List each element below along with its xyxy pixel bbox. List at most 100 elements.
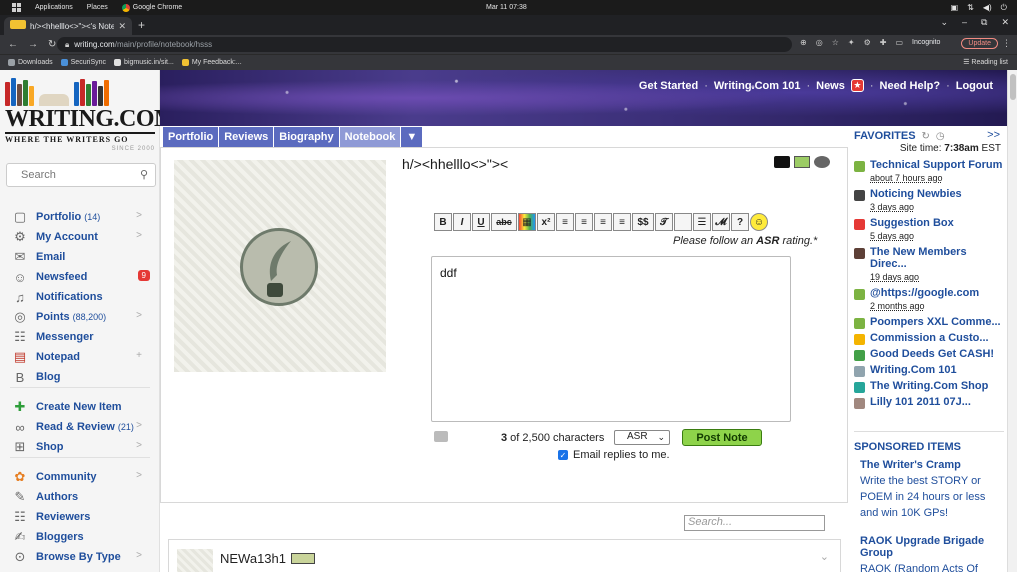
sidebar-search-input[interactable]: Search ⚲ xyxy=(6,163,156,187)
sidebar-item-browse-by-type[interactable]: ⊙ Browse By Type > xyxy=(0,547,160,567)
sidebar-item-chevron[interactable]: > xyxy=(136,420,142,431)
window-close-icon[interactable]: ✕ xyxy=(1001,17,1009,28)
update-button[interactable]: Update xyxy=(961,38,998,49)
tab-search-icon[interactable]: ⌄ xyxy=(940,17,948,28)
color-button[interactable]: ▦ xyxy=(518,213,536,231)
sidebar-item-create-new-item[interactable]: ✚ Create New Item xyxy=(0,397,160,417)
sidebar-item-authors[interactable]: ✎ Authors xyxy=(0,487,160,507)
favorite-item-title[interactable]: @https://google.com xyxy=(870,287,1004,299)
favorite-item-title[interactable]: Poompers XXL Comme... xyxy=(870,316,1004,328)
strikethrough-button[interactable]: abc xyxy=(491,213,517,231)
entry-author-name[interactable]: NEWa13h1 xyxy=(220,551,286,566)
favorite-item[interactable]: Lilly 101 2011 07J... xyxy=(854,396,1004,409)
sidebar-item-read-review[interactable]: ∞ Read & Review (21) > xyxy=(0,417,160,437)
note-textarea[interactable]: ddf xyxy=(431,256,791,422)
favorite-item[interactable]: Technical Support Forum about 7 hours ago xyxy=(854,159,1004,184)
network-icon[interactable]: ⇅ xyxy=(967,3,974,13)
favorite-item-title[interactable]: Noticing Newbies xyxy=(870,188,1004,200)
link-logout[interactable]: Logout xyxy=(956,80,993,92)
site-logo[interactable]: WRITING.COM WHERE THE WRITERS GO SINCE 2… xyxy=(5,76,177,160)
favorite-item-title[interactable]: Technical Support Forum xyxy=(870,159,1004,171)
favorite-item[interactable]: Commission a Custo... xyxy=(854,332,1004,345)
chevron-down-icon[interactable]: ⌄ xyxy=(820,550,829,563)
gp-button[interactable]: $$ xyxy=(632,213,654,231)
smiley-button[interactable]: ☺ xyxy=(750,213,768,231)
sidebar-item-notifications[interactable]: ♫ Notifications xyxy=(0,287,160,307)
post-note-button[interactable]: Post Note xyxy=(682,429,762,446)
forward-icon[interactable]: → xyxy=(28,39,38,50)
maximize-icon[interactable]: ⧉ xyxy=(981,17,987,28)
apps-grid-icon[interactable] xyxy=(12,3,21,12)
italic-button[interactable]: I xyxy=(453,213,471,231)
favorite-item[interactable]: Poompers XXL Comme... xyxy=(854,316,1004,329)
email-replies-checkbox[interactable]: ✓ xyxy=(558,450,568,460)
camera-icon[interactable] xyxy=(434,431,448,442)
favorites-more-link[interactable]: >> xyxy=(987,129,1000,141)
bookmark-item[interactable]: My Feedback:... xyxy=(181,59,242,66)
favorite-item[interactable]: @https://google.com 2 months ago xyxy=(854,287,1004,312)
sponsored-item-title[interactable]: RAOK Upgrade Brigade Group xyxy=(860,535,1006,559)
search-icon[interactable]: ⚲ xyxy=(140,168,148,181)
email-replies-label[interactable]: Email replies to me. xyxy=(573,449,670,461)
sponsored-item-title[interactable]: The Writer's Cramp xyxy=(860,459,1006,471)
superscript-button[interactable]: x² xyxy=(537,213,555,231)
font-button[interactable]: 𝒯 xyxy=(655,213,673,231)
clock-icon[interactable]: ◷ xyxy=(936,131,945,142)
favorite-item[interactable]: Writing.Com 101 xyxy=(854,364,1004,377)
zoom-icon[interactable]: ⊕ xyxy=(800,38,807,47)
indent-button[interactable]: ☰ xyxy=(693,213,711,231)
bookmark-item[interactable]: bigmusic.in/sit... xyxy=(114,59,174,66)
os-menu-applications[interactable]: Applications xyxy=(35,4,73,11)
favorite-item-title[interactable]: Writing.Com 101 xyxy=(870,364,1004,376)
sidebar-item-chevron[interactable]: > xyxy=(136,310,142,321)
sidebar-item-notepad[interactable]: ▤ Notepad + xyxy=(0,347,160,367)
power-icon[interactable]: ⏻ xyxy=(1001,3,1007,13)
os-menu-places[interactable]: Places xyxy=(87,4,108,11)
sidebar-icon[interactable]: ▭ xyxy=(895,38,903,47)
favorite-item-title[interactable]: Commission a Custo... xyxy=(870,332,1004,344)
incognito-label[interactable]: Incognito xyxy=(912,39,940,46)
volume-icon[interactable]: ◀) xyxy=(983,3,992,13)
extension-icon-2[interactable]: ⚙ xyxy=(864,38,871,47)
link-news[interactable]: News xyxy=(816,80,845,92)
favorites-title[interactable]: FAVORITES xyxy=(854,130,916,142)
bookmark-item[interactable]: SecuriSync xyxy=(60,59,106,66)
page-scrollbar[interactable] xyxy=(1007,70,1017,572)
monospace-button[interactable]: 𝓜 xyxy=(712,213,730,231)
friends-icon[interactable] xyxy=(814,156,830,168)
sidebar-item-email[interactable]: ✉ Email xyxy=(0,247,160,267)
notebook-entry[interactable]: NEWa13h1 ⌄ xyxy=(168,539,841,572)
tab-close-icon[interactable]: ✕ xyxy=(118,21,126,32)
help-button[interactable]: ? xyxy=(731,213,749,231)
sidebar-item-my-account[interactable]: ⚙ My Account > xyxy=(0,227,160,247)
favorite-item[interactable]: The New Members Direc... 19 days ago xyxy=(854,246,1004,283)
link-writing-101[interactable]: Writing.Com 101 xyxy=(714,80,801,92)
justify-button[interactable]: ≡ xyxy=(613,213,631,231)
bookmark-item[interactable]: Downloads xyxy=(8,59,53,66)
sidebar-item-community[interactable]: ✿ Community > xyxy=(0,467,160,487)
notebook-search-input[interactable]: Search... xyxy=(684,515,825,531)
sidebar-item-reviewers[interactable]: ☷ Reviewers xyxy=(0,507,160,527)
sidebar-item-chevron[interactable]: > xyxy=(136,230,142,241)
minimize-icon[interactable]: – xyxy=(962,17,967,28)
extension-icon-1[interactable]: ✦ xyxy=(848,38,855,47)
screen-icon[interactable]: ▣ xyxy=(951,3,959,13)
sidebar-item-blog[interactable]: B Blog xyxy=(0,367,160,387)
refresh-icon[interactable]: ↻ xyxy=(922,131,930,142)
tab-reviews[interactable]: Reviews xyxy=(219,127,274,147)
underline-button[interactable]: U xyxy=(472,213,490,231)
rating-select[interactable]: ASR ⌄ xyxy=(614,430,670,445)
favorite-item-title[interactable]: The New Members Direc... xyxy=(870,246,1004,270)
align-center-button[interactable]: ≡ xyxy=(575,213,593,231)
reading-list-link[interactable]: ☰ Reading list xyxy=(963,58,1008,66)
address-bar[interactable]: 🔒︎ writing.com/main/profile/notebook/hss… xyxy=(57,37,792,52)
tab-portfolio[interactable]: Portfolio xyxy=(163,127,219,147)
sidebar-item-chevron[interactable]: > xyxy=(136,210,142,221)
chrome-menu-icon[interactable]: ⋮ xyxy=(1002,38,1011,49)
browser-tab[interactable]: h/><hhelllo<>"><'s Note ✕ xyxy=(4,17,132,35)
favorite-item[interactable]: The Writing.Com Shop xyxy=(854,380,1004,393)
star-icon[interactable]: ★ xyxy=(850,79,864,92)
favorite-item[interactable]: Noticing Newbies 3 days ago xyxy=(854,188,1004,213)
link-need-help[interactable]: Need Help? xyxy=(880,80,941,92)
spacer-button[interactable] xyxy=(674,213,692,231)
